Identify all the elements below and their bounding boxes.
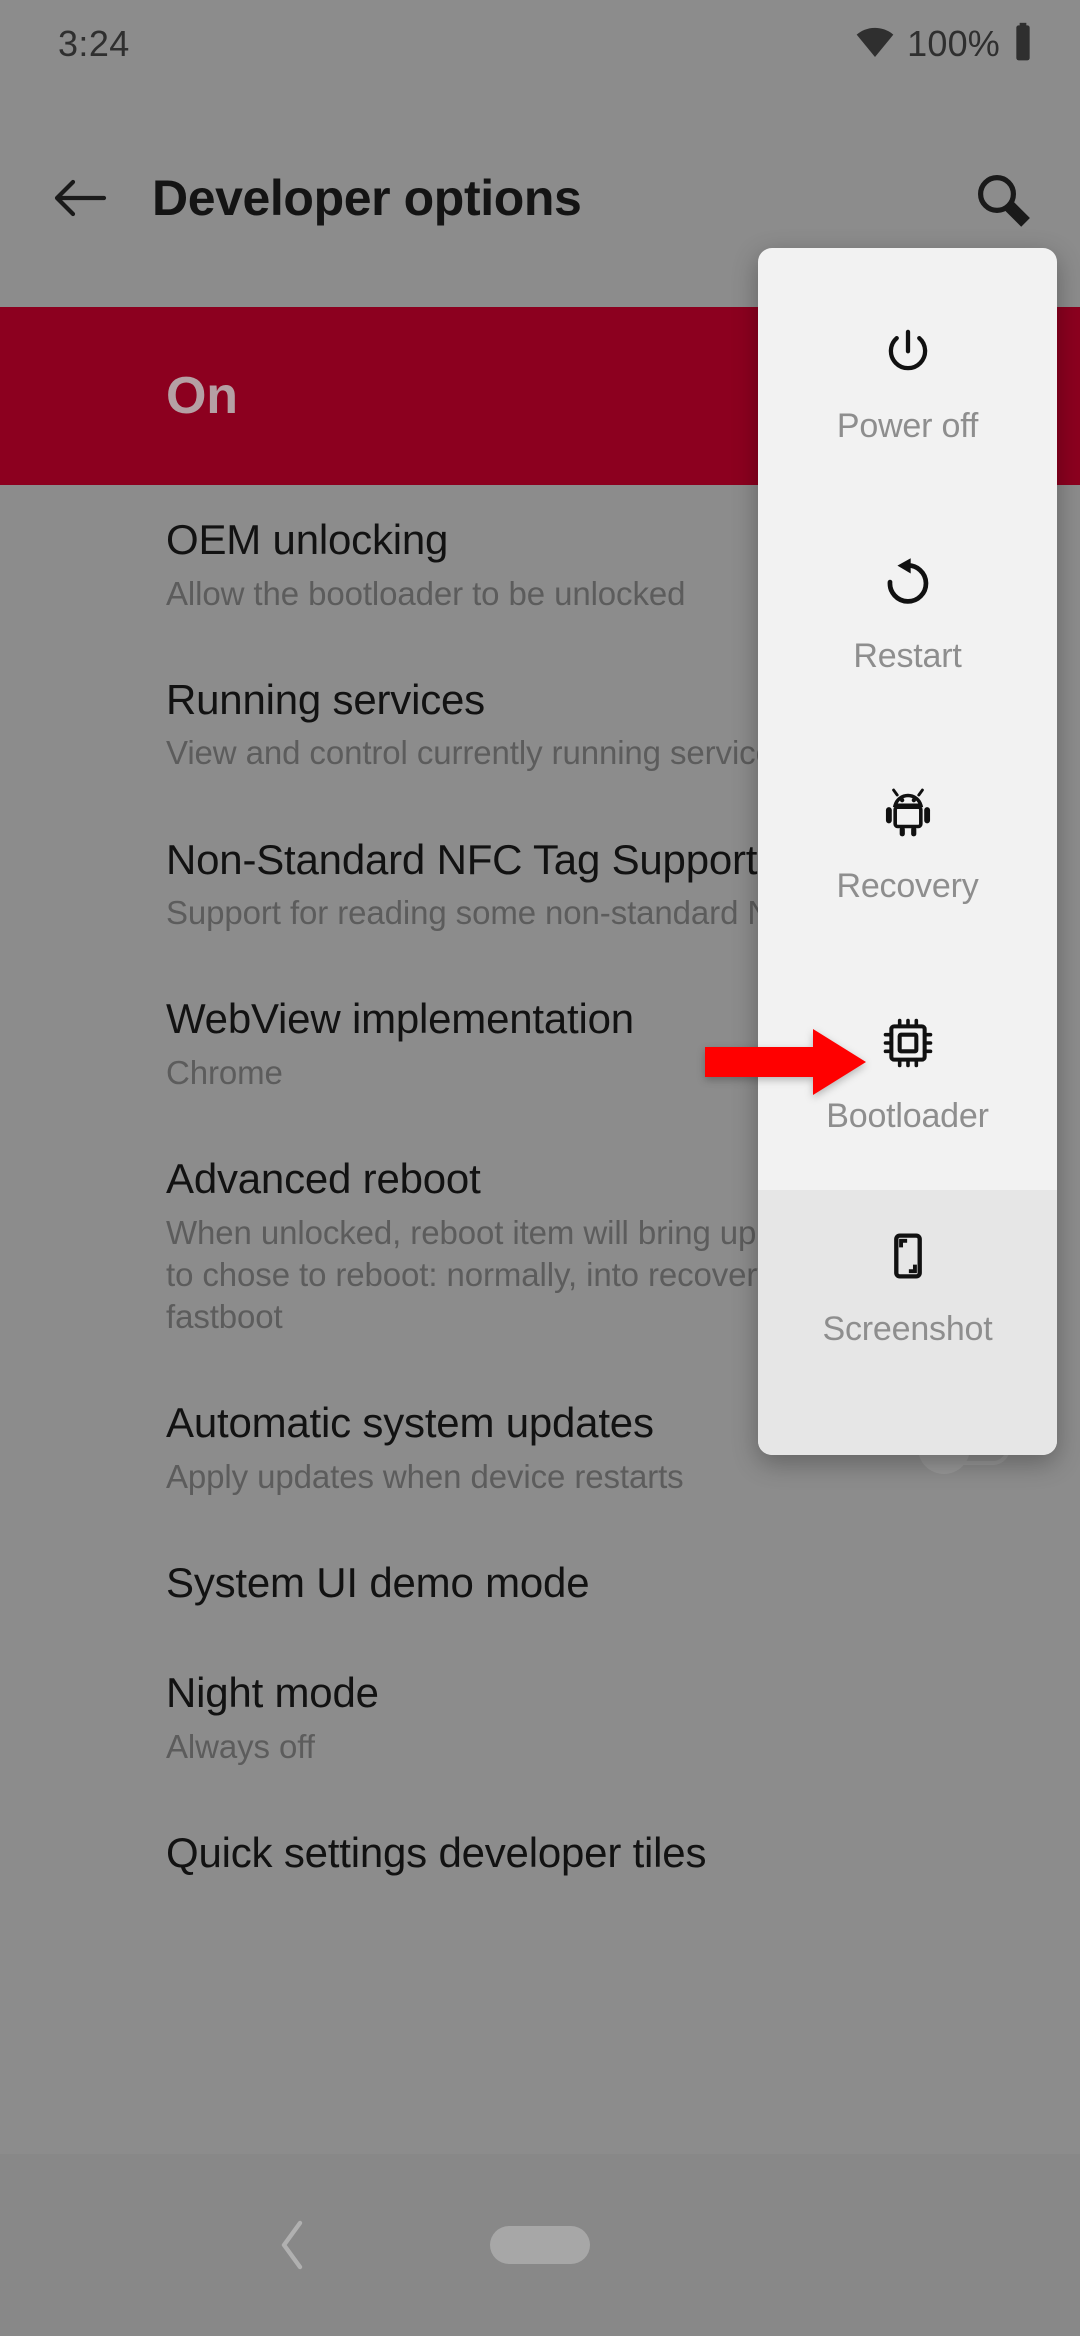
- screenshot-icon: [880, 1228, 936, 1284]
- setting-row-system-ui-demo-mode[interactable]: System UI demo mode: [0, 1528, 1080, 1638]
- setting-summary: Always off: [166, 1727, 315, 1765]
- power-menu-item-label: Bootloader: [826, 1096, 989, 1135]
- setting-title: Night mode: [166, 1669, 379, 1717]
- setting-title: System UI demo mode: [166, 1559, 590, 1607]
- search-icon[interactable]: [966, 164, 1038, 236]
- cpu-chip-icon: [880, 1015, 936, 1071]
- navigation-bar: [0, 2154, 1080, 2336]
- power-menu-item-restart[interactable]: Restart: [758, 500, 1057, 730]
- status-bar: 3:24 100%: [0, 0, 1080, 88]
- power-menu-popup: Power off Restart Recovery Bootloader Sc…: [758, 248, 1057, 1455]
- banner-label: On: [166, 367, 238, 425]
- battery-percent-label: 100%: [907, 23, 1000, 64]
- phone-screen: 3:24 100% Developer options On OEM unloc…: [0, 0, 1080, 2336]
- power-menu-item-label: Power off: [836, 406, 979, 445]
- power-menu-item-recovery[interactable]: Recovery: [758, 730, 1057, 960]
- restart-icon: [880, 555, 936, 611]
- power-menu-secondary-group: Screenshot: [758, 1190, 1057, 1455]
- setting-title: Quick settings developer tiles: [166, 1828, 707, 1876]
- setting-summary: Apply updates when device restarts: [166, 1457, 684, 1495]
- android-robot-icon: [880, 785, 936, 841]
- status-indicators: 100%: [855, 22, 1034, 67]
- power-menu-item-label: Restart: [853, 636, 962, 675]
- power-menu-item-power-off[interactable]: Power off: [758, 270, 1057, 500]
- wifi-icon: [855, 22, 895, 67]
- setting-row-quick-settings-developer-tiles[interactable]: Quick settings developer tiles: [0, 1798, 1080, 1908]
- power-menu-item-screenshot[interactable]: Screenshot: [823, 1228, 993, 1349]
- battery-full-icon: [1012, 22, 1034, 67]
- power-off-icon: [880, 325, 936, 381]
- red-right-arrow-icon: [705, 1026, 868, 1098]
- power-menu-item-label: Recovery: [836, 866, 979, 905]
- status-clock: 3:24: [58, 23, 130, 64]
- nav-home-pill-icon[interactable]: [490, 2226, 590, 2264]
- page-title: Developer options: [152, 170, 582, 226]
- back-arrow-icon[interactable]: [50, 168, 110, 228]
- nav-back-chevron-icon[interactable]: [264, 2215, 324, 2275]
- setting-title: Automatic system updates: [166, 1399, 654, 1447]
- setting-row-night-mode[interactable]: Night mode Always off: [0, 1638, 1080, 1798]
- power-menu-item-label: Screenshot: [822, 1310, 993, 1348]
